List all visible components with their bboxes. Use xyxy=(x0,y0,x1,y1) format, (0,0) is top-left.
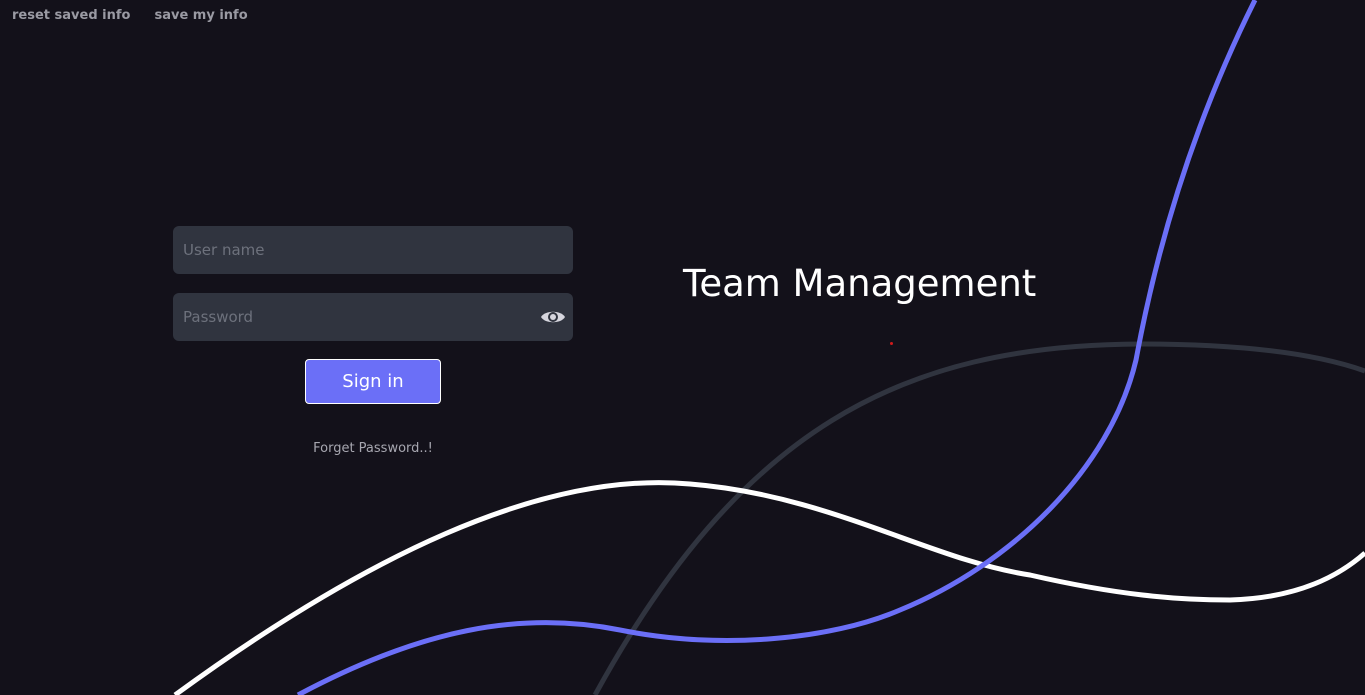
username-input[interactable] xyxy=(173,226,573,274)
red-dot xyxy=(890,342,893,345)
sign-in-button[interactable]: Sign in xyxy=(305,359,441,404)
username-field-container xyxy=(173,226,573,274)
eye-icon[interactable] xyxy=(540,305,566,329)
save-my-info-link[interactable]: save my info xyxy=(154,8,247,24)
top-links: reset saved info save my info xyxy=(12,8,248,24)
password-input[interactable] xyxy=(173,293,573,341)
login-form: Sign in Forget Password..! xyxy=(173,226,573,456)
page-title: Team Management xyxy=(683,262,1037,305)
white-curve xyxy=(173,480,1365,695)
password-field-container xyxy=(173,293,573,341)
login-page: reset saved info save my info Sign in Fo… xyxy=(0,0,1365,695)
forget-password-link[interactable]: Forget Password..! xyxy=(173,441,573,456)
reset-saved-info-link[interactable]: reset saved info xyxy=(12,8,130,24)
signin-wrap: Sign in xyxy=(173,359,573,404)
